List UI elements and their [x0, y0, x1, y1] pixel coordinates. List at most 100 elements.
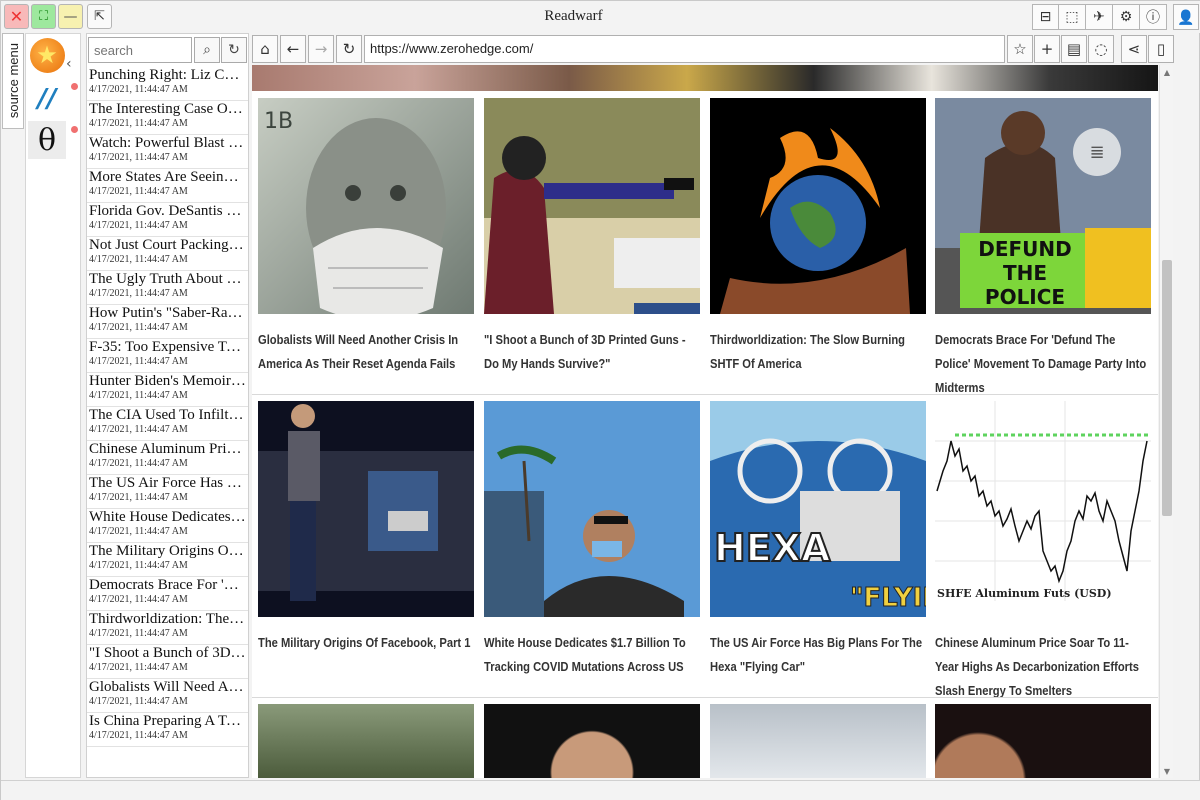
article-title: Thirdworldization: The Slow Burning — [89, 611, 246, 627]
reload-icon[interactable]: ↻ — [336, 35, 362, 63]
svg-text:POLICE: POLICE — [985, 285, 1065, 309]
article-title: Not Just Court Packing Anymore — [89, 237, 246, 253]
article-card[interactable]: SHFE Aluminum Futs (USD) Chinese Aluminu… — [935, 401, 1153, 703]
list-item[interactable]: Globalists Will Need Another Crisis4/17/… — [87, 679, 248, 713]
scroll-thumb[interactable] — [1162, 260, 1172, 516]
list-item[interactable]: Florida Gov. DeSantis Signs Bill4/17/202… — [87, 203, 248, 237]
article-title: Florida Gov. DeSantis Signs Bill — [89, 203, 246, 219]
info-icon[interactable]: ⓘ — [1140, 4, 1167, 30]
article-card[interactable]: HEXA "FLYIN The US Air Force Has Big Pla… — [710, 401, 928, 679]
article-title: Chinese Aluminum Price Soar — [89, 441, 246, 457]
article-date: 4/17/2021, 11:44:47 AM — [89, 152, 188, 163]
forward-icon[interactable]: → — [308, 35, 334, 63]
source-favorites[interactable]: ★ — [28, 36, 66, 74]
search-bar: ⌕ ↻ — [87, 36, 250, 64]
search-input[interactable] — [88, 37, 192, 63]
reader-mode-icon[interactable]: ≣ — [1073, 128, 1121, 176]
article-title: Watch: Powerful Blast Rocks Factory — [89, 135, 246, 151]
article-card-title: White House Dedicates $1.7 Billion To Tra… — [484, 635, 686, 674]
list-item[interactable]: Not Just Court Packing Anymore4/17/2021,… — [87, 237, 248, 271]
window-title: Readwarf — [544, 8, 603, 24]
article-card[interactable] — [710, 704, 928, 778]
article-title: The Ugly Truth About Inflation — [89, 271, 246, 287]
article-date: 4/17/2021, 11:44:47 AM — [89, 424, 188, 435]
list-item[interactable]: The Ugly Truth About Inflation4/17/2021,… — [87, 271, 248, 305]
scroll-up-icon[interactable]: ▲ — [1160, 65, 1174, 79]
article-card-title: Thirdworldization: The Slow Burning SHTF … — [710, 332, 906, 371]
article-card-title: Globalists Will Need Another Crisis In Am… — [258, 332, 459, 371]
search-icon[interactable]: ⌕ — [194, 37, 220, 63]
list-item[interactable]: Thirdworldization: The Slow Burning4/17/… — [87, 611, 248, 645]
list-item[interactable]: The US Air Force Has Big Plans4/17/2021,… — [87, 475, 248, 509]
list-item[interactable]: Democrats Brace For 'Defund The Police'4… — [87, 577, 248, 611]
article-title: Democrats Brace For 'Defund The Police' — [89, 577, 246, 593]
list-item[interactable]: F-35: Too Expensive To Fly 4/17/2021, 11:… — [87, 339, 248, 373]
url-bar[interactable]: https://www.zerohedge.com/ — [364, 35, 1005, 63]
article-card-title: The Military Origins Of Facebook, Part 1 — [258, 635, 471, 650]
source-list: ★ ‹ // θ — [25, 33, 81, 778]
article-card[interactable]: DEFUND THE POLICE ≣ Democrats Brace For … — [935, 98, 1153, 400]
scroll-down-icon[interactable]: ▼ — [1160, 764, 1174, 778]
calculator-icon[interactable]: ▤ — [1061, 35, 1087, 63]
list-item[interactable]: Hunter Biden's Memoir Tour 4/17/2021, 11:… — [87, 373, 248, 407]
home-icon[interactable]: ⌂ — [252, 35, 278, 63]
collapse-sidebar-icon[interactable]: ‹ — [66, 56, 72, 72]
list-item[interactable]: Watch: Powerful Blast Rocks Factory4/17/… — [87, 135, 248, 169]
article-thumbnail: SHFE Aluminum Futs (USD) — [935, 401, 1151, 617]
title-toolbar: ⊟ ⬚ ✈ ⚙ ⓘ — [1032, 4, 1167, 30]
article-title: Is China Preparing A Taiwan Invasion — [89, 713, 246, 729]
list-item[interactable]: The Military Origins Of Facebook4/17/202… — [87, 543, 248, 577]
article-card[interactable]: The Military Origins Of Facebook, Part 1 — [258, 401, 476, 655]
article-card[interactable] — [935, 704, 1153, 778]
zerohedge-logo-icon: // — [37, 84, 57, 114]
list-item[interactable]: Chinese Aluminum Price Soar4/17/2021, 11… — [87, 441, 248, 475]
article-card[interactable] — [258, 704, 476, 778]
article-card[interactable]: 1B Globalists Will Need Another Crisis I… — [258, 98, 476, 376]
layout-icon[interactable]: ⊟ — [1032, 4, 1059, 30]
source-menu-tab[interactable]: source menu — [2, 33, 24, 129]
share-icon[interactable]: ⋖ — [1121, 35, 1147, 63]
article-thumbnail: DEFUND THE POLICE ≣ — [935, 98, 1151, 314]
article-title: Punching Right: Liz Cheney Wants To Purg… — [89, 67, 246, 83]
list-item[interactable]: White House Dedicates $1.7 Billion4/17/2… — [87, 509, 248, 543]
theta-logo-icon: θ — [37, 122, 57, 158]
source-theta[interactable]: θ — [28, 121, 66, 159]
article-card[interactable]: White House Dedicates $1.7 Billion To Tra… — [484, 401, 702, 679]
article-date: 4/17/2021, 11:44:47 AM — [89, 322, 188, 333]
list-item[interactable]: "I Shoot a Bunch of 3D Printed Guns"4/17… — [87, 645, 248, 679]
row-divider — [252, 697, 1158, 698]
list-item[interactable]: The CIA Used To Infiltrate 4/17/2021, 11:… — [87, 407, 248, 441]
article-card[interactable]: Thirdworldization: The Slow Burning SHTF … — [710, 98, 928, 376]
list-item[interactable]: Is China Preparing A Taiwan Invasion4/17… — [87, 713, 248, 747]
article-thumbnail — [484, 401, 700, 617]
svg-text:1B: 1B — [264, 109, 293, 134]
send-icon[interactable]: ✈ — [1086, 4, 1113, 30]
article-date: 4/17/2021, 11:44:47 AM — [89, 84, 188, 95]
article-thumbnail — [935, 704, 1151, 778]
mobile-icon[interactable]: ▯ — [1148, 35, 1174, 63]
back-icon[interactable]: ← — [280, 35, 306, 63]
hide-icon[interactable]: ◌ — [1088, 35, 1114, 63]
article-date: 4/17/2021, 11:44:47 AM — [89, 356, 188, 367]
add-icon[interactable]: + — [1034, 35, 1060, 63]
refresh-icon[interactable]: ↻ — [221, 37, 247, 63]
article-date: 4/17/2021, 11:44:47 AM — [89, 458, 188, 469]
article-date: 4/17/2021, 11:44:47 AM — [89, 390, 188, 401]
add-user-icon[interactable]: 👤 — [1173, 4, 1199, 30]
article-thumbnail — [710, 98, 926, 314]
webview[interactable]: 1B Globalists Will Need Another Crisis I… — [252, 65, 1158, 778]
article-card[interactable]: "I Shoot a Bunch of 3D Printed Guns - Do … — [484, 98, 702, 376]
crop-icon[interactable]: ⬚ — [1059, 4, 1086, 30]
article-thumbnail — [258, 401, 474, 617]
list-item[interactable]: The Interesting Case Of Hydroxychloroqui… — [87, 101, 248, 135]
article-title: More States Are Seeing Spikes — [89, 169, 246, 185]
list-item[interactable]: How Putin's "Saber-Rattling" Works4/17/2… — [87, 305, 248, 339]
bookmark-star-icon[interactable]: ☆ — [1007, 35, 1033, 63]
source-zerohedge[interactable]: // — [28, 80, 66, 118]
list-item[interactable]: More States Are Seeing Spikes4/17/2021, … — [87, 169, 248, 203]
article-card-title: The US Air Force Has Big Plans For The He… — [710, 635, 923, 674]
list-item[interactable]: Punching Right: Liz Cheney Wants To Purg… — [87, 67, 248, 101]
article-card[interactable] — [484, 704, 702, 778]
gear-icon[interactable]: ⚙ — [1113, 4, 1140, 30]
vertical-scrollbar[interactable]: ▲ ▼ — [1159, 65, 1173, 778]
